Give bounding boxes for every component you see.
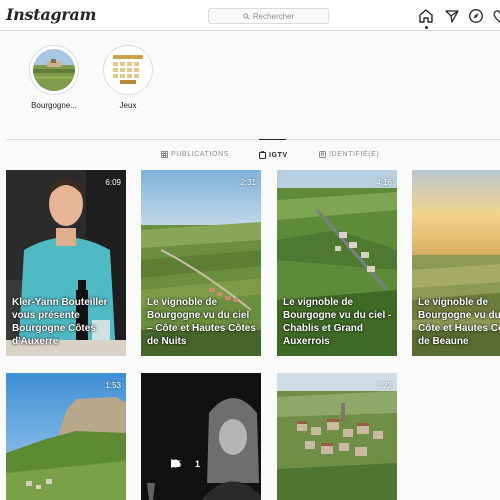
video-caption: Le vignoble de Bourgogne vu du ciel – Cô…: [147, 297, 256, 347]
explore-icon[interactable]: [468, 8, 484, 24]
highlight-cover-vineyard: [33, 49, 75, 91]
story-highlight-bourgogne[interactable]: Bourgogne...: [19, 45, 89, 110]
tab-label: IDENTIFIÉ(E): [329, 151, 380, 158]
active-page-dot: [425, 26, 428, 29]
search-icon: [243, 12, 250, 20]
video-duration: 2:31: [240, 178, 256, 187]
igtv-video-tile[interactable]: 6:09 Kler-Yann Bouteiller vous présente …: [6, 170, 126, 356]
tab-publications[interactable]: PUBLICATIONS: [161, 151, 229, 158]
igtv-icon: [259, 151, 266, 159]
video-caption: Le vignoble de Bourgogne vu du ciel - Ch…: [283, 297, 392, 347]
search-input[interactable]: Rechercher: [208, 8, 329, 24]
search-placeholder: Rechercher: [252, 11, 295, 21]
video-thumbnail-cliff: [6, 373, 126, 500]
home-icon[interactable]: [418, 8, 434, 24]
hover-stats-overlay: 55 1: [171, 459, 200, 469]
grid-icon: [161, 151, 168, 158]
tab-label: IGTV: [269, 151, 288, 159]
story-label: Jeux: [119, 101, 137, 110]
video-duration: 4:16: [376, 178, 392, 187]
tab-igtv[interactable]: IGTV: [259, 151, 288, 159]
video-duration: 2:22: [376, 381, 392, 390]
tagged-icon: [319, 151, 326, 158]
video-thumbnail-village: [277, 373, 397, 500]
highlight-cover-ring: [29, 45, 79, 95]
activity-icon[interactable]: [492, 8, 500, 24]
tab-label: PUBLICATIONS: [171, 151, 230, 158]
instagram-logo[interactable]: Instagram: [6, 5, 96, 24]
igtv-video-tile-hovered[interactable]: 55 1: [141, 373, 261, 500]
active-tab-indicator: [259, 139, 286, 140]
highlight-cover-calendar: [107, 49, 149, 91]
igtv-video-tile[interactable]: 1:53: [6, 373, 126, 500]
video-thumbnail-portrait: [141, 373, 261, 500]
tab-identifie[interactable]: IDENTIFIÉ(E): [319, 151, 379, 158]
igtv-video-tile[interactable]: 2:22: [277, 373, 397, 500]
video-duration: 1:53: [105, 381, 121, 390]
highlight-cover-ring: [103, 45, 153, 95]
video-duration: 6:09: [105, 178, 121, 187]
comments-value: 1: [195, 459, 201, 469]
comment-icon: [171, 459, 180, 468]
top-navigation-bar: Instagram Rechercher: [0, 0, 500, 31]
story-highlight-jeux[interactable]: Jeux: [93, 45, 163, 110]
direct-icon[interactable]: [444, 8, 460, 24]
video-caption: Kler-Yann Bouteiller vous présente Bourg…: [12, 297, 108, 347]
video-caption: Le vignoble de Bourgogne vu du ciel - Cô…: [418, 297, 500, 347]
igtv-video-tile[interactable]: 4:16 Le vignoble de Bourgogne vu du ciel…: [277, 170, 397, 356]
story-label: Bourgogne...: [31, 101, 77, 110]
igtv-video-tile[interactable]: 2:31 Le vignoble de Bourgogne vu du ciel…: [141, 170, 261, 356]
profile-tabs-divider: [6, 139, 500, 140]
igtv-video-tile[interactable]: Le vignoble de Bourgogne vu du ciel - Cô…: [412, 170, 500, 356]
comments-count: 1: [171, 459, 201, 469]
